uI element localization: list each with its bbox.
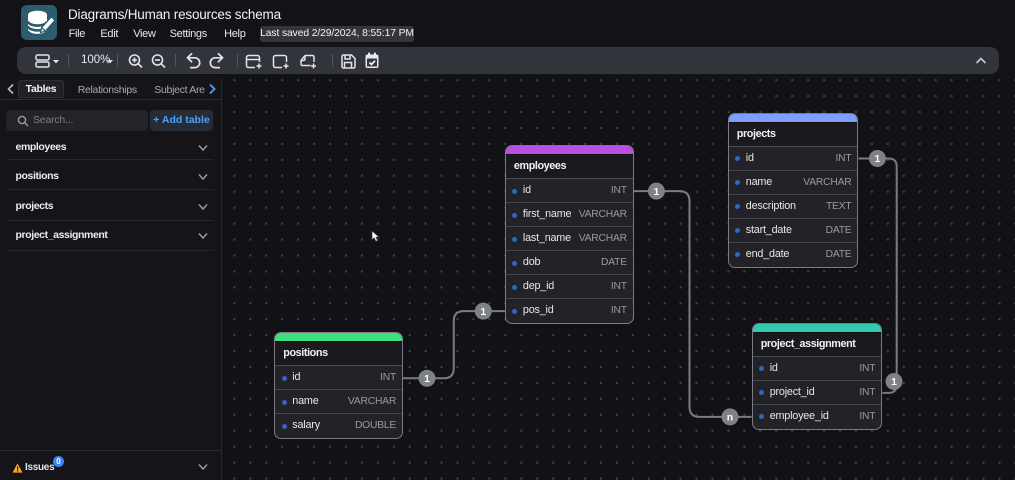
svg-text:1: 1	[891, 376, 897, 388]
svg-text:1: 1	[424, 373, 430, 385]
svg-text:n: n	[727, 412, 733, 424]
svg-text:1: 1	[653, 186, 659, 198]
svg-text:1: 1	[480, 306, 486, 318]
svg-text:1: 1	[874, 153, 880, 165]
